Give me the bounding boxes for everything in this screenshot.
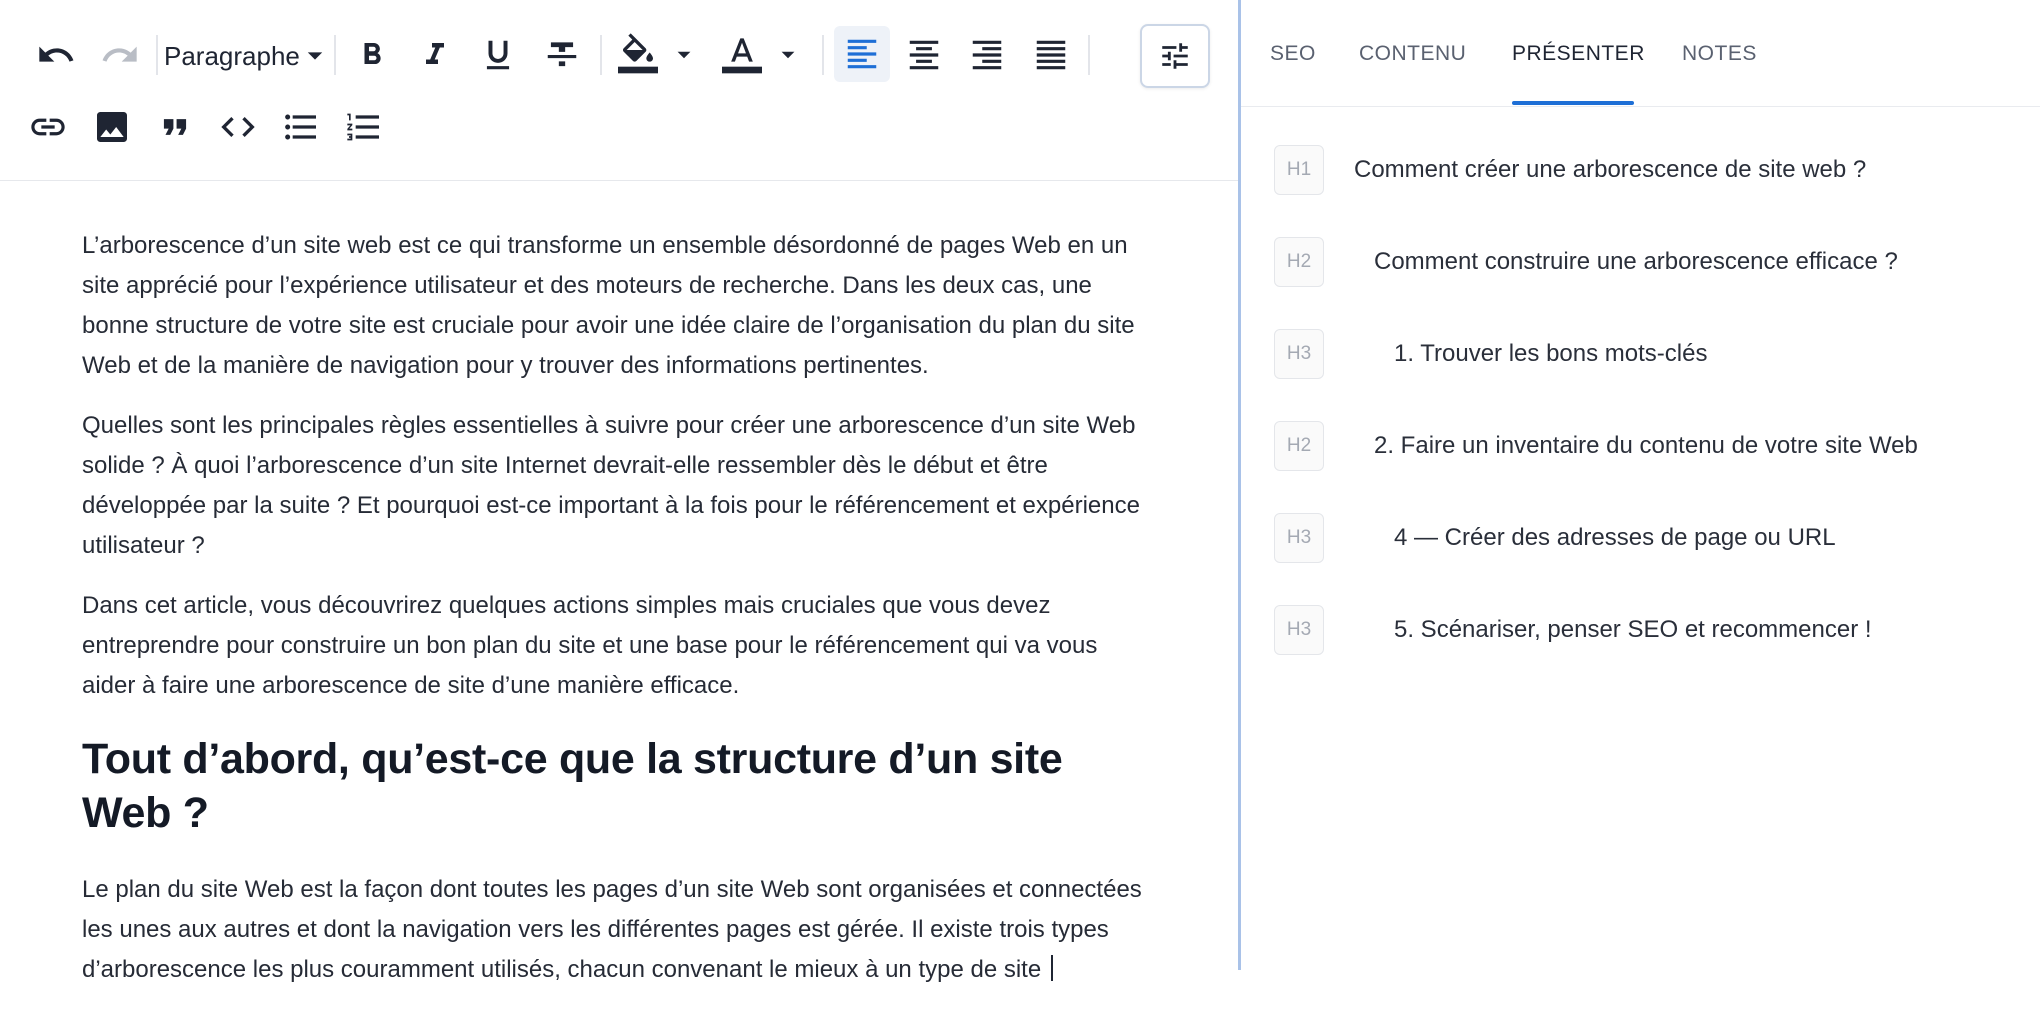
outline-item-text: Comment créer une arborescence de site w…: [1354, 156, 1867, 183]
tab-presenter[interactable]: PRÉSENTER: [1512, 42, 1645, 66]
settings-button[interactable]: [1140, 24, 1210, 88]
tab-contenu[interactable]: CONTENU: [1359, 42, 1466, 66]
italic-icon: [426, 43, 444, 64]
align-left-icon: [847, 39, 877, 69]
toolbar-separator: [156, 35, 158, 75]
redo-button[interactable]: [94, 29, 146, 81]
side-panel: SEO CONTENU PRÉSENTER NOTES H1 Comment c…: [1241, 0, 2040, 970]
caret-down-icon: [677, 51, 691, 59]
undo-icon: [39, 46, 74, 62]
link-icon: [31, 118, 65, 136]
paragraph: Dans cet article, vous découvrirez quelq…: [82, 592, 1098, 699]
image-button[interactable]: [86, 101, 138, 153]
toolbar-separator: [600, 35, 602, 75]
section-heading: Tout d’abord, qu’est-ce que la structure…: [82, 735, 1063, 837]
strikethrough-icon: [547, 42, 577, 67]
outline-item-text: Comment construire une arborescence effi…: [1374, 248, 1898, 275]
block-format-label: Paragraphe: [164, 40, 300, 71]
outline-item-text: 5. Scénariser, penser SEO et recommencer…: [1394, 616, 1872, 643]
highlight-color-dropdown[interactable]: [664, 29, 704, 81]
paragraph: Quelles sont les principales règles esse…: [82, 412, 1140, 559]
heading-level-badge: H3: [1274, 329, 1324, 379]
text-color-icon: [722, 38, 762, 74]
underline-button[interactable]: [472, 29, 524, 81]
highlight-color-button[interactable]: [612, 29, 664, 81]
underline-icon: [486, 40, 510, 70]
code-button[interactable]: [212, 101, 264, 153]
image-icon: [97, 112, 127, 142]
outline-item[interactable]: H3 1. Trouver les bons mots-clés: [1274, 328, 1707, 380]
numbered-list-icon: [347, 113, 379, 141]
paragraph: Le plan du site Web est la façon dont to…: [82, 870, 1142, 990]
align-left-button[interactable]: [834, 26, 890, 82]
toolbar-separator: [334, 35, 336, 75]
paragraph: L’arborescence d’un site web est ce qui …: [82, 232, 1135, 379]
italic-button[interactable]: [409, 29, 461, 81]
outline-item[interactable]: H3 4 — Créer des adresses de page ou URL: [1274, 512, 1836, 564]
text-cursor: [1051, 955, 1054, 981]
panel-tabs: SEO CONTENU PRÉSENTER NOTES: [1241, 0, 2040, 107]
align-right-icon: [972, 40, 1002, 70]
align-justify-button[interactable]: [1025, 29, 1077, 81]
editor-toolbar: Paragraphe: [0, 0, 1238, 181]
align-center-icon: [909, 40, 939, 70]
settings-sliders-icon: [1162, 43, 1188, 69]
heading-level-badge: H2: [1274, 237, 1324, 287]
undo-button[interactable]: [30, 29, 82, 81]
block-format-select[interactable]: Paragraphe: [164, 31, 324, 81]
align-right-button[interactable]: [961, 29, 1013, 81]
text-color-button[interactable]: [716, 29, 768, 81]
tab-notes[interactable]: NOTES: [1682, 42, 1757, 66]
outline-item[interactable]: H3 5. Scénariser, penser SEO et recommen…: [1274, 604, 1872, 656]
code-icon: [221, 117, 255, 137]
heading-level-badge: H2: [1274, 421, 1324, 471]
outline-item[interactable]: H1 Comment créer une arborescence de sit…: [1274, 144, 1866, 196]
quote-button[interactable]: [149, 101, 201, 153]
outline-item-text: 1. Trouver les bons mots-clés: [1394, 340, 1708, 367]
numbered-list-button[interactable]: [338, 101, 390, 153]
outline-item-text: 4 — Créer des adresses de page ou URL: [1394, 524, 1836, 551]
link-button[interactable]: [22, 101, 74, 153]
strikethrough-button[interactable]: [536, 29, 588, 81]
bold-button[interactable]: [346, 29, 398, 81]
outline-item[interactable]: H2 2. Faire un inventaire du contenu de …: [1274, 420, 1918, 472]
redo-icon: [102, 46, 137, 62]
editor-pane: Paragraphe L’arborescence d’un site web …: [0, 0, 1238, 983]
heading-level-badge: H3: [1274, 605, 1324, 655]
align-center-button[interactable]: [898, 29, 950, 81]
paragraph-text: Le plan du site Web est la façon dont to…: [82, 876, 1142, 983]
bullet-list-icon: [285, 114, 316, 140]
tab-seo[interactable]: SEO: [1270, 42, 1316, 66]
toolbar-separator: [822, 35, 824, 75]
caret-down-icon: [307, 52, 323, 60]
outline-item[interactable]: H2 Comment construire une arborescence e…: [1274, 236, 1898, 288]
caret-down-icon: [781, 51, 795, 59]
highlight-color-icon: [618, 33, 658, 74]
outline-item-text: 2. Faire un inventaire du contenu de vot…: [1374, 432, 1918, 459]
heading-level-badge: H3: [1274, 513, 1324, 563]
editor-content[interactable]: L’arborescence d’un site web est ce qui …: [82, 226, 1142, 1010]
quote-icon: [163, 119, 187, 135]
bullet-list-button[interactable]: [275, 101, 327, 153]
active-tab-indicator: [1512, 101, 1634, 105]
text-color-dropdown[interactable]: [768, 29, 808, 81]
align-justify-icon: [1036, 40, 1066, 70]
heading-level-badge: H1: [1274, 145, 1324, 195]
bold-icon: [364, 43, 381, 64]
toolbar-separator: [1088, 35, 1090, 75]
